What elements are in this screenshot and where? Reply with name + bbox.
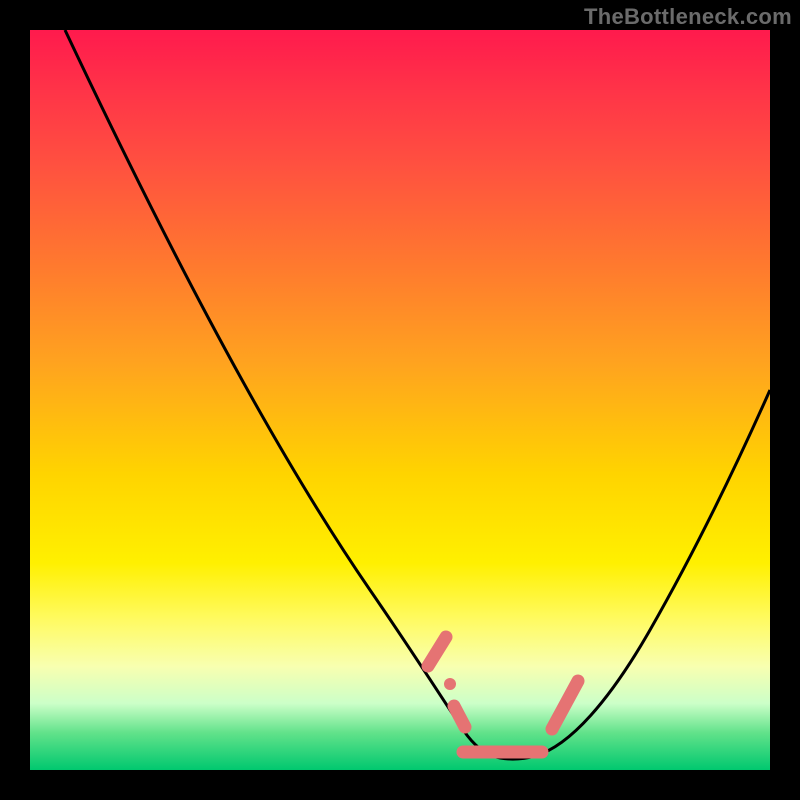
chart-frame: TheBottleneck.com [0, 0, 800, 800]
left-curve [65, 30, 492, 756]
right-curve [492, 390, 770, 759]
marker-group [428, 637, 578, 752]
chart-svg [30, 30, 770, 770]
marker-left-lower [454, 706, 465, 727]
marker-right [552, 681, 578, 729]
marker-left-upper [428, 637, 446, 666]
watermark-text: TheBottleneck.com [584, 4, 792, 30]
plot-area [30, 30, 770, 770]
marker-left-dot [444, 678, 456, 690]
